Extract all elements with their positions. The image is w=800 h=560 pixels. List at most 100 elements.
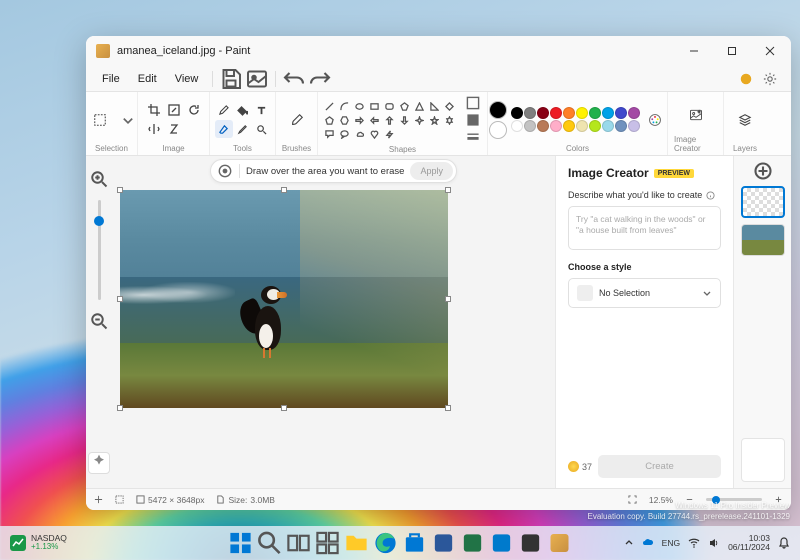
text-tool[interactable]: [253, 101, 271, 119]
color-swatch[interactable]: [550, 107, 562, 119]
app-button-1[interactable]: [431, 530, 457, 556]
shape-star6[interactable]: [443, 114, 457, 127]
shape-diamond[interactable]: [443, 100, 457, 113]
shape-callout-oval[interactable]: [338, 128, 352, 141]
save-icon[interactable]: [219, 67, 243, 91]
selection-handle[interactable]: [445, 405, 451, 411]
layer-thumb-1[interactable]: [741, 186, 785, 218]
undo-icon[interactable]: [282, 67, 306, 91]
vscode-button[interactable]: [489, 530, 515, 556]
clock-date[interactable]: 06/11/2024: [728, 543, 770, 552]
rotate-tool[interactable]: [184, 101, 203, 119]
color-swatch[interactable]: [589, 107, 601, 119]
eraser-tool[interactable]: [215, 120, 233, 138]
app-button-2[interactable]: [460, 530, 486, 556]
ai-assist-icon[interactable]: [88, 452, 110, 474]
import-icon[interactable]: [245, 67, 269, 91]
zoom-slider-vertical[interactable]: [98, 200, 101, 300]
shape-width[interactable]: [463, 129, 483, 145]
shape-hexagon[interactable]: [338, 114, 352, 127]
color-swatch[interactable]: [576, 107, 588, 119]
color-primary[interactable]: [489, 101, 507, 119]
create-button[interactable]: Create: [598, 455, 721, 478]
menu-file[interactable]: File: [94, 70, 128, 88]
color-swatch[interactable]: [602, 107, 614, 119]
settings-icon[interactable]: [763, 72, 777, 86]
redo-icon[interactable]: [308, 67, 332, 91]
edge-button[interactable]: [373, 530, 399, 556]
shape-curve[interactable]: [338, 100, 352, 113]
color-swatch[interactable]: [537, 107, 549, 119]
tray-chevron-icon[interactable]: [624, 538, 634, 548]
language-indicator[interactable]: ENG: [662, 538, 680, 548]
resize-tool[interactable]: [164, 101, 183, 119]
flip-tool[interactable]: [144, 120, 163, 138]
paint-taskbar-button[interactable]: [547, 530, 573, 556]
start-button[interactable]: [228, 530, 254, 556]
menu-view[interactable]: View: [167, 70, 207, 88]
invert-tool[interactable]: [164, 120, 183, 138]
shape-outline[interactable]: [463, 95, 483, 111]
autosave-icon[interactable]: [739, 72, 753, 86]
color-swatch[interactable]: [550, 120, 562, 132]
search-button[interactable]: [257, 530, 283, 556]
shape-callout-cloud[interactable]: [353, 128, 367, 141]
shape-line[interactable]: [323, 100, 337, 113]
shape-lightning[interactable]: [383, 128, 397, 141]
color-swatch[interactable]: [524, 120, 536, 132]
shape-roundrect[interactable]: [383, 100, 397, 113]
canvas[interactable]: [120, 190, 448, 408]
stock-widget[interactable]: NASDAQ +1.13%: [10, 534, 67, 552]
shape-triangle[interactable]: [413, 100, 427, 113]
shape-arrowd[interactable]: [398, 114, 412, 127]
color-swatch[interactable]: [511, 107, 523, 119]
selection-tool[interactable]: [86, 101, 115, 139]
shape-polygon[interactable]: [398, 100, 412, 113]
shape-star5[interactable]: [428, 114, 442, 127]
selection-handle[interactable]: [281, 405, 287, 411]
picker-tool[interactable]: [234, 120, 252, 138]
color-swatch[interactable]: [602, 120, 614, 132]
selection-dropdown[interactable]: [118, 112, 138, 128]
crop-tool[interactable]: [144, 101, 163, 119]
color-swatch[interactable]: [589, 120, 601, 132]
shape-callout-rect[interactable]: [323, 128, 337, 141]
zoom-out-icon[interactable]: [90, 312, 108, 330]
layer-thumb-2[interactable]: [741, 224, 785, 256]
zoom-in-icon[interactable]: [90, 170, 108, 188]
close-button[interactable]: [751, 36, 789, 66]
minimize-button[interactable]: [675, 36, 713, 66]
selection-handle[interactable]: [117, 187, 123, 193]
layers-button[interactable]: [730, 101, 760, 139]
shape-rtriangle[interactable]: [428, 100, 442, 113]
notifications-icon[interactable]: [778, 537, 790, 549]
color-swatch[interactable]: [537, 120, 549, 132]
info-icon[interactable]: [706, 191, 715, 200]
onedrive-icon[interactable]: [642, 537, 654, 549]
widgets-button[interactable]: [315, 530, 341, 556]
apply-button[interactable]: Apply: [410, 162, 453, 180]
color-swatch[interactable]: [563, 107, 575, 119]
shape-heart[interactable]: [368, 128, 382, 141]
volume-icon[interactable]: [708, 537, 720, 549]
store-button[interactable]: [402, 530, 428, 556]
color-swatch[interactable]: [628, 120, 640, 132]
style-select[interactable]: No Selection: [568, 278, 721, 308]
app-button-3[interactable]: [518, 530, 544, 556]
image-creator-button[interactable]: [681, 96, 711, 134]
color-swatch[interactable]: [576, 120, 588, 132]
pencil-tool[interactable]: [215, 101, 233, 119]
selection-handle[interactable]: [281, 187, 287, 193]
shape-arrowr[interactable]: [353, 114, 367, 127]
color-swatch[interactable]: [615, 120, 627, 132]
selection-handle[interactable]: [117, 296, 123, 302]
taskview-button[interactable]: [286, 530, 312, 556]
layer-preview[interactable]: [741, 438, 785, 482]
menu-edit[interactable]: Edit: [130, 70, 165, 88]
selection-handle[interactable]: [445, 296, 451, 302]
brush-tool[interactable]: [282, 101, 312, 139]
explorer-button[interactable]: [344, 530, 370, 556]
wifi-icon[interactable]: [688, 537, 700, 549]
shape-arrowl[interactable]: [368, 114, 382, 127]
shape-oval[interactable]: [353, 100, 367, 113]
